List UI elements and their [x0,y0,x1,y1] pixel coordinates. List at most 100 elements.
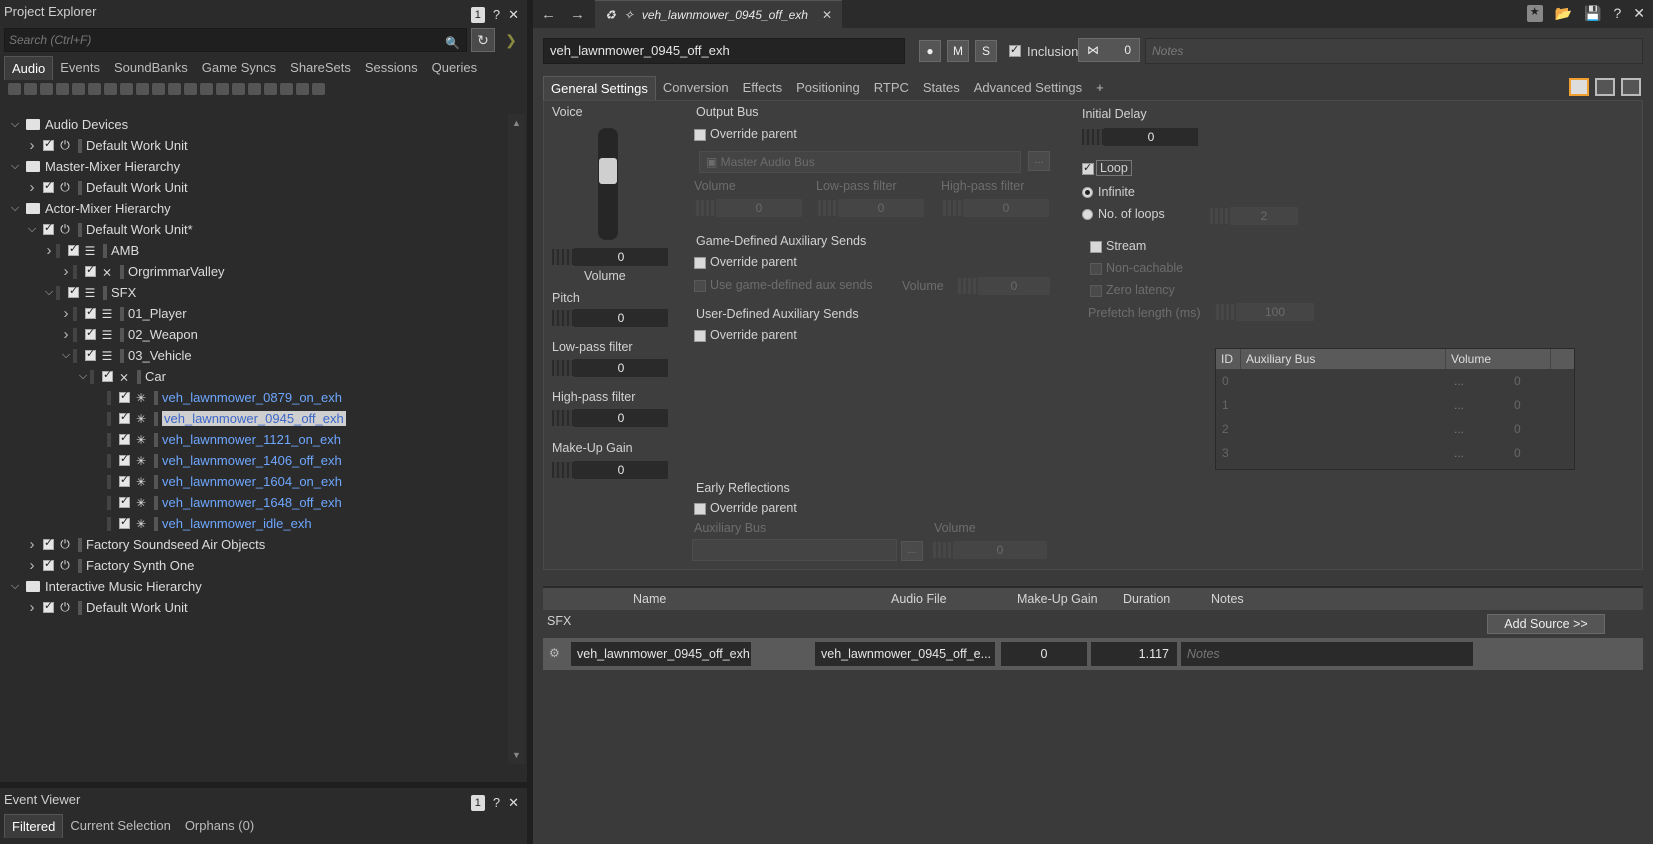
help-icon[interactable]: ? [1613,5,1621,22]
tree-item[interactable]: › ⏻ Default Work Unit [0,135,508,156]
output-bus-field[interactable]: ▣ Master Audio Bus [699,151,1021,173]
tree-item-label[interactable]: Actor-Mixer Hierarchy [45,201,171,216]
close-tab-icon[interactable]: ✕ [822,8,832,22]
tree-item-label[interactable]: Factory Soundseed Air Objects [86,537,265,552]
forward-arrow-icon[interactable]: → [570,6,585,23]
include-checkbox[interactable] [85,263,96,277]
uda-override-checkbox[interactable] [694,330,706,342]
aux-row[interactable]: 2... 0 [1216,417,1574,441]
tab-filtered[interactable]: Filtered [4,814,64,838]
tree-item-sound[interactable]: ✳ veh_lawnmower_1648_off_exh [0,492,508,513]
prefetch-length-value[interactable]: 100 [1236,303,1314,321]
include-checkbox[interactable] [85,347,96,361]
search-input[interactable]: Search (Ctrl+F) 🔍 [4,28,467,52]
toolbar-icon[interactable] [152,83,165,95]
search-icon[interactable]: 🔍 [445,32,460,54]
chevron-right-icon[interactable]: › [59,263,73,280]
no-of-loops-radio[interactable] [1082,209,1093,220]
object-name-field[interactable]: veh_lawnmower_0945_off_exh [543,38,905,64]
tree-item-label[interactable]: Audio Devices [45,117,128,132]
ob-volume-slider[interactable]: 0 [694,199,802,217]
toolbar-icon[interactable] [280,83,293,95]
pin-icon[interactable]: ★ [1526,5,1543,22]
tree-item-sound[interactable]: ✳ veh_lawnmower_0879_on_exh [0,387,508,408]
aux-row-volume[interactable]: 0 [1514,398,1521,412]
lowpass-value[interactable]: 0 [574,359,668,377]
tab-events[interactable]: Events [53,56,107,80]
folder-open-icon[interactable]: 📂 [1555,5,1572,22]
aux-row[interactable]: 1... 0 [1216,393,1574,417]
toolbar-icon[interactable] [232,83,245,95]
tree-item[interactable]: › ⏻ Factory Synth One [0,555,508,576]
tab-audio[interactable]: Audio [4,56,54,80]
chevron-down-icon[interactable]: ⌵ [25,223,39,236]
source-row[interactable]: ⚙ veh_lawnmower_0945_off_exh veh_lawnmow… [543,638,1643,670]
aux-row-volume[interactable]: 0 [1514,446,1521,460]
zero-latency-checkbox[interactable] [1090,285,1102,297]
col-name[interactable]: Name [633,592,666,606]
chevron-right-icon[interactable]: › [25,179,39,196]
chevron-down-icon[interactable]: ⌵ [8,580,22,593]
gda-volume-value[interactable]: 0 [978,277,1050,295]
help-icon[interactable]: ? [493,791,500,815]
chevron-down-icon[interactable]: ⌵ [8,160,22,173]
close-icon[interactable]: ✕ [508,791,519,815]
highpass-slider[interactable]: 0 [552,409,668,427]
toolbar-icon[interactable] [104,83,117,95]
tab-soundbanks[interactable]: SoundBanks [107,56,195,80]
ob-lowpass-value[interactable]: 0 [838,199,924,217]
tree-item-sound[interactable]: ✳ veh_lawnmower_0945_off_exh [0,408,508,429]
aux-row-volume[interactable]: 0 [1514,374,1521,388]
chevron-right-icon[interactable]: › [42,242,56,259]
tab-current-selection[interactable]: Current Selection [63,814,177,838]
save-icon[interactable]: 💾 [1584,5,1601,22]
tree-item-label[interactable]: veh_lawnmower_0945_off_exh [162,411,346,426]
no-of-loops-value[interactable]: 2 [1230,207,1298,225]
source-makeup-gain[interactable]: 0 [1001,642,1087,666]
initial-delay-slider[interactable]: 0 [1082,128,1198,146]
tree-item[interactable]: › ☰ 02_Weapon [0,324,508,345]
ob-highpass-value[interactable]: 0 [963,199,1049,217]
tree-item-label[interactable]: Factory Synth One [86,558,194,573]
tab-orphans[interactable]: Orphans (0) [178,814,261,838]
makeup-gain-slider[interactable]: 0 [552,461,668,479]
tab-queries[interactable]: Queries [425,56,485,80]
close-icon[interactable]: ✕ [1633,5,1645,22]
aux-col-volume[interactable]: Volume [1446,349,1551,369]
include-checkbox[interactable] [119,410,130,424]
tab-sharesets[interactable]: ShareSets [283,56,358,80]
include-checkbox[interactable] [85,326,96,340]
tab-states[interactable]: States [916,76,967,100]
color-palette-icon[interactable]: ● [919,40,941,62]
er-volume-slider[interactable]: 0 [931,541,1047,559]
include-checkbox[interactable] [119,494,130,508]
include-checkbox[interactable] [43,536,54,550]
tree-item-label[interactable]: veh_lawnmower_idle_exh [162,516,312,531]
toolbar-icon[interactable] [248,83,261,95]
include-checkbox[interactable] [119,515,130,529]
highpass-value[interactable]: 0 [574,409,668,427]
chevron-down-icon[interactable]: ⌵ [76,370,90,383]
include-checkbox[interactable] [85,305,96,319]
volume-slider[interactable]: 0 [552,248,668,266]
ob-volume-value[interactable]: 0 [716,199,802,217]
infinite-radio[interactable] [1082,187,1093,198]
use-game-aux-checkbox[interactable] [694,280,706,292]
chevron-down-icon[interactable]: ⌵ [8,118,22,131]
prefetch-length-slider[interactable]: 100 [1214,303,1314,321]
col-makeup-gain[interactable]: Make-Up Gain [1017,592,1098,606]
tree-item-sound[interactable]: ✳ veh_lawnmower_1604_on_exh [0,471,508,492]
tab-general-settings[interactable]: General Settings [543,76,656,100]
tree-item[interactable]: › ⏻ Factory Soundseed Air Objects [0,534,508,555]
tree-item-label[interactable]: 03_Vehicle [128,348,192,363]
tree-item-label[interactable]: SFX [111,285,136,300]
source-audio-file[interactable]: veh_lawnmower_0945_off_e... [815,642,995,666]
lowpass-slider[interactable]: 0 [552,359,668,377]
tree-item-label[interactable]: Master-Mixer Hierarchy [45,159,180,174]
layout-single-icon[interactable] [1569,78,1589,96]
tree-item[interactable]: › ⨯ OrgrimmarValley [0,261,508,282]
tree-item-label[interactable]: Default Work Unit [86,180,188,195]
include-checkbox[interactable] [43,137,54,151]
tree-item-sound[interactable]: ✳ veh_lawnmower_1121_on_exh [0,429,508,450]
toolbar-icon[interactable] [216,83,229,95]
